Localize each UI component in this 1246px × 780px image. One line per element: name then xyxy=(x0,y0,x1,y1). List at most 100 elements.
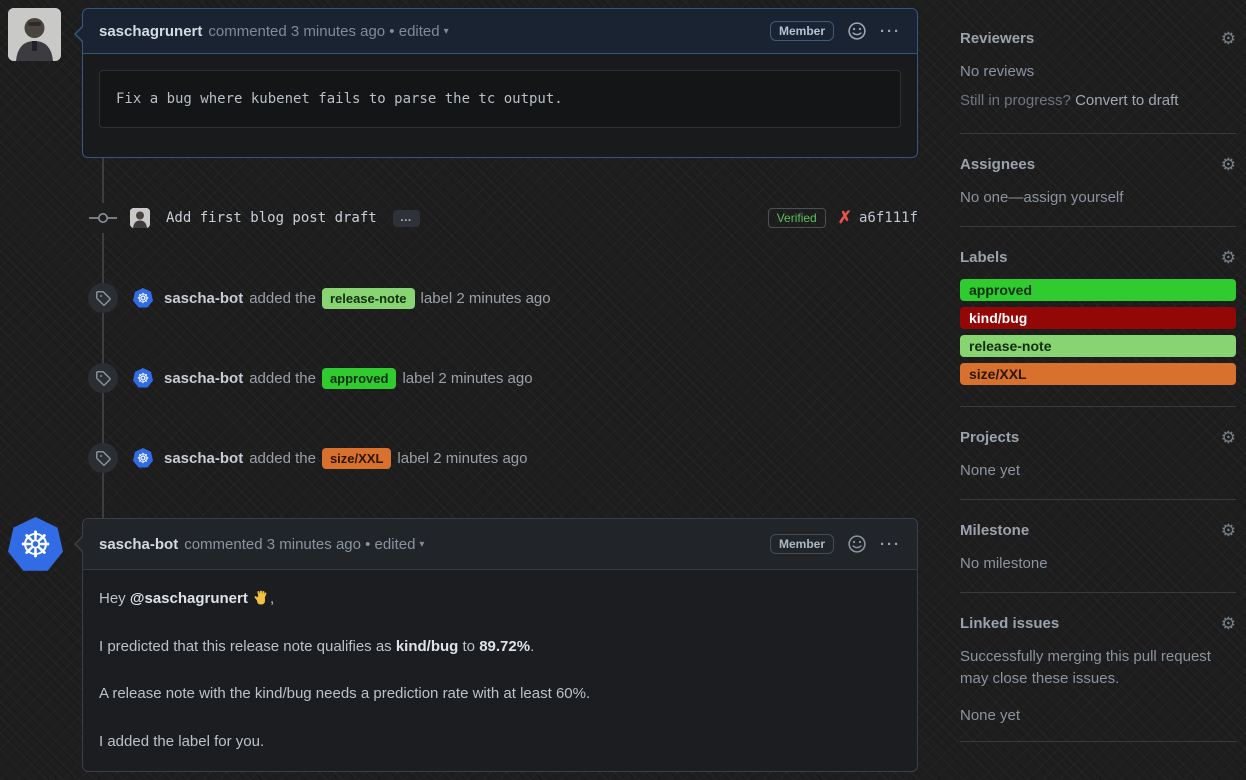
no-linked-issues-text: None yet xyxy=(960,707,1236,724)
comment-options-button[interactable]: ··· xyxy=(880,536,901,553)
milestone-gear-icon[interactable]: ⚙ xyxy=(1221,522,1236,539)
smiley-icon xyxy=(848,22,866,40)
sidebar-label-size-xxl[interactable]: size/XXL xyxy=(960,363,1236,385)
sascha-bot-avatar[interactable]: ☸ xyxy=(133,448,153,468)
pr-conversation-page: saschagrunert commented 3 minutes ago • … xyxy=(0,0,1246,780)
commit-sha-link[interactable]: a6f111f xyxy=(859,210,918,226)
sascha-bot-avatar-large[interactable]: ☸ xyxy=(8,517,63,572)
event-time-text: label 2 minutes ago xyxy=(402,370,532,387)
sidebar-divider xyxy=(960,406,1236,407)
labels-list: approved kind/bug release-note size/XXL xyxy=(960,279,1236,385)
sidebar-divider xyxy=(960,592,1236,593)
greeting-comma: , xyxy=(270,590,274,607)
no-reviews-text: No reviews xyxy=(960,63,1236,80)
comment-header: saschagrunert commented 3 minutes ago • … xyxy=(83,9,917,54)
ci-failed-x-icon[interactable]: ✗ xyxy=(838,208,852,228)
assignees-title: Assignees xyxy=(960,156,1035,173)
milestone-title: Milestone xyxy=(960,522,1029,539)
draft-hint: Still in progress? Convert to draft xyxy=(960,92,1236,109)
linked-issues-description: Successfully merging this pull request m… xyxy=(960,646,1236,690)
commit-row: Add first blog post draft … Verified ✗ a… xyxy=(88,203,918,233)
comment-author-link[interactable]: sascha-bot xyxy=(99,536,178,553)
sidebar-label-release-note[interactable]: release-note xyxy=(960,335,1236,357)
reviewers-gear-icon[interactable]: ⚙ xyxy=(1221,30,1236,47)
label-pill[interactable]: size/XXL xyxy=(322,448,391,469)
commit-expand-button[interactable]: … xyxy=(393,210,420,227)
comment-body: Fix a bug where kubenet fails to parse t… xyxy=(83,54,917,144)
greeting-paragraph: Hey @saschagrunert , xyxy=(99,588,901,611)
mention-link[interactable]: @saschagrunert xyxy=(130,590,248,607)
release-note-code-block: Fix a bug where kubenet fails to parse t… xyxy=(99,70,901,128)
tag-icon xyxy=(88,363,118,393)
linked-issues-gear-icon[interactable]: ⚙ xyxy=(1221,615,1236,632)
greeting-text: Hey xyxy=(99,590,130,607)
closing-paragraph: I added the label for you. xyxy=(99,731,901,754)
sidebar-label-kind-bug[interactable]: kind/bug xyxy=(960,307,1236,329)
reviewers-title: Reviewers xyxy=(960,30,1034,47)
event-actor-link[interactable]: sascha-bot xyxy=(164,450,243,467)
prediction-text: . xyxy=(530,638,534,655)
sidebar-divider xyxy=(960,133,1236,134)
sidebar-divider xyxy=(960,226,1236,227)
comment-saschagrunert: saschagrunert commented 3 minutes ago • … xyxy=(82,8,918,158)
assignees-gear-icon[interactable]: ⚙ xyxy=(1221,156,1236,173)
commit-author-avatar[interactable] xyxy=(130,208,150,228)
person-photo-icon xyxy=(8,8,61,61)
comment-body: Hey @saschagrunert , I predicted that th… xyxy=(83,570,917,780)
bubble-caret xyxy=(76,536,84,552)
tag-icon xyxy=(88,443,118,473)
sascha-bot-avatar[interactable]: ☸ xyxy=(133,288,153,308)
kind-bug-bold: kind/bug xyxy=(396,638,459,655)
label-pill[interactable]: release-note xyxy=(322,288,415,309)
add-reaction-button[interactable] xyxy=(848,22,866,40)
event-time-text: label 2 minutes ago xyxy=(421,290,551,307)
bubble-caret xyxy=(76,26,84,42)
label-event-row: ☸ sascha-bot added the release-note labe… xyxy=(88,283,908,313)
comment-options-button[interactable]: ··· xyxy=(880,23,901,40)
label-pill[interactable]: approved xyxy=(322,368,397,389)
no-assignees-text[interactable]: No one—assign yourself xyxy=(960,189,1236,206)
commit-message-link[interactable]: Add first blog post draft xyxy=(166,210,377,226)
linked-issues-section-header: Linked issues ⚙ xyxy=(960,615,1236,632)
member-badge: Member xyxy=(770,21,834,41)
event-action-text: added the xyxy=(249,290,316,307)
edited-dropdown-caret[interactable]: ▾ xyxy=(419,539,424,550)
prediction-text: I predicted that this release note quali… xyxy=(99,638,396,655)
comment-meta: commented 3 minutes ago • edited xyxy=(208,23,439,40)
sidebar: Reviewers ⚙ No reviews Still in progress… xyxy=(960,0,1236,742)
verified-badge[interactable]: Verified xyxy=(768,208,826,228)
sidebar-divider xyxy=(960,741,1236,742)
comment-author-link[interactable]: saschagrunert xyxy=(99,23,202,40)
percentage-bold: 89.72% xyxy=(479,638,530,655)
event-actor-link[interactable]: sascha-bot xyxy=(164,290,243,307)
threshold-paragraph: A release note with the kind/bug needs a… xyxy=(99,683,901,706)
projects-title: Projects xyxy=(960,429,1019,446)
sidebar-label-approved[interactable]: approved xyxy=(960,279,1236,301)
draft-hint-text: Still in progress? xyxy=(960,92,1075,109)
prediction-text: to xyxy=(458,638,479,655)
labels-gear-icon[interactable]: ⚙ xyxy=(1221,249,1236,266)
label-event-row: ☸ sascha-bot added the size/XXL label 2 … xyxy=(88,443,908,473)
convert-to-draft-link[interactable]: Convert to draft xyxy=(1075,92,1178,109)
person-photo-icon xyxy=(130,208,150,228)
event-actor-link[interactable]: sascha-bot xyxy=(164,370,243,387)
avatar-saschagrunert[interactable] xyxy=(8,8,61,61)
projects-section-header: Projects ⚙ xyxy=(960,429,1236,446)
comment-header: sascha-bot commented 3 minutes ago • edi… xyxy=(83,519,917,570)
labels-section-header: Labels ⚙ xyxy=(960,249,1236,266)
edited-dropdown-caret[interactable]: ▾ xyxy=(444,26,449,37)
sascha-bot-avatar[interactable]: ☸ xyxy=(133,368,153,388)
git-commit-icon xyxy=(88,203,118,233)
projects-gear-icon[interactable]: ⚙ xyxy=(1221,429,1236,446)
no-projects-text: None yet xyxy=(960,462,1236,479)
sidebar-divider xyxy=(960,499,1236,500)
assignees-section-header: Assignees ⚙ xyxy=(960,156,1236,173)
linked-issues-title: Linked issues xyxy=(960,615,1059,632)
smiley-icon xyxy=(848,535,866,553)
event-action-text: added the xyxy=(249,370,316,387)
add-reaction-button[interactable] xyxy=(848,535,866,553)
prediction-paragraph: I predicted that this release note quali… xyxy=(99,636,901,659)
label-event-row: ☸ sascha-bot added the approved label 2 … xyxy=(88,363,908,393)
comment-sascha-bot: sascha-bot commented 3 minutes ago • edi… xyxy=(82,518,918,772)
no-milestone-text: No milestone xyxy=(960,555,1236,572)
